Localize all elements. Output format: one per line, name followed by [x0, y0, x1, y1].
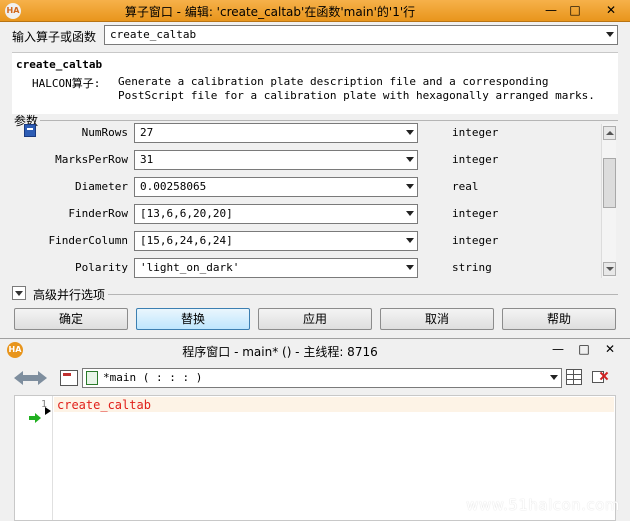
- param-type: string: [452, 261, 492, 274]
- procedure-icon[interactable]: [60, 370, 78, 386]
- procedure-select[interactable]: *main ( : : : ): [82, 368, 562, 388]
- param-value: [15,6,24,6,24]: [140, 234, 233, 247]
- param-type: integer: [452, 126, 499, 139]
- code-line[interactable]: create_caltab: [57, 398, 151, 412]
- param-row-polarity: Polarity 'light_on_dark' string: [0, 257, 600, 279]
- chevron-down-icon[interactable]: [406, 184, 414, 189]
- procedure-file-icon: [86, 371, 98, 385]
- param-name: Diameter: [75, 180, 128, 193]
- chevron-down-icon[interactable]: [550, 375, 558, 380]
- param-value: 'light_on_dark': [140, 261, 240, 274]
- scroll-down-button[interactable]: [603, 262, 616, 276]
- advanced-options-label[interactable]: 高级并行选项: [33, 286, 105, 303]
- program-window: HA 程序窗口 - main* () - 主线程: 8716 — □ ✕ *ma…: [0, 338, 630, 521]
- close-button[interactable]: ✕: [600, 341, 620, 357]
- param-value-combo[interactable]: 'light_on_dark': [134, 258, 418, 278]
- param-type: integer: [452, 207, 499, 220]
- param-value-combo[interactable]: 0.00258065: [134, 177, 418, 197]
- chevron-down-icon[interactable]: [406, 130, 414, 135]
- advanced-divider: [108, 294, 618, 295]
- param-name: NumRows: [81, 126, 128, 139]
- param-type: integer: [452, 234, 499, 247]
- param-value: 0.00258065: [140, 180, 207, 193]
- param-row-finderrow: FinderRow [13,6,6,20,20] integer: [0, 203, 600, 225]
- param-type: real: [452, 180, 479, 193]
- ok-button[interactable]: 确定: [14, 308, 128, 330]
- param-row-findercolumn: FinderColumn [15,6,24,6,24] integer: [0, 230, 600, 252]
- operator-description: create_caltab HALCON算子: Generate a calib…: [12, 52, 618, 114]
- param-name: Polarity: [75, 261, 128, 274]
- watermark: www.51halcon.com: [466, 496, 620, 514]
- operator-window: HA 算子窗口 - 编辑: 'create_caltab'在函数'main'的'…: [0, 0, 630, 336]
- line-gutter[interactable]: 1: [15, 396, 53, 520]
- cancel-button[interactable]: 取消: [380, 308, 494, 330]
- program-window-title: 程序窗口 - main* () - 主线程: 8716: [182, 345, 378, 359]
- param-type: integer: [452, 153, 499, 166]
- maximize-button[interactable]: □: [574, 341, 594, 357]
- close-button[interactable]: ✕: [600, 1, 622, 19]
- param-name: FinderColumn: [48, 234, 128, 247]
- param-value-combo[interactable]: 27: [134, 123, 418, 143]
- operator-window-title: 算子窗口 - 编辑: 'create_caltab'在函数'main'的'1'行: [124, 5, 416, 19]
- maximize-button[interactable]: □: [564, 1, 586, 19]
- operator-kind-label: HALCON算子:: [32, 77, 101, 90]
- params-scrollbar[interactable]: [601, 124, 616, 278]
- operator-input-combo[interactable]: create_caltab: [104, 25, 618, 45]
- param-value-combo[interactable]: [13,6,6,20,20]: [134, 204, 418, 224]
- advanced-options-row: 高级并行选项: [12, 285, 618, 303]
- program-counter-icon: [29, 413, 41, 423]
- chevron-down-icon[interactable]: [606, 32, 614, 37]
- param-name: FinderRow: [68, 207, 128, 220]
- chevron-down-icon[interactable]: [406, 211, 414, 216]
- scroll-thumb[interactable]: [603, 158, 616, 208]
- forward-arrow-stem: [30, 375, 38, 381]
- operator-description-text: Generate a calibration plate description…: [118, 75, 595, 102]
- back-arrow-icon[interactable]: [14, 371, 23, 385]
- program-toolbar: *main ( : : : ): [0, 365, 630, 391]
- minimize-button[interactable]: —: [540, 1, 562, 19]
- param-value: [13,6,6,20,20]: [140, 207, 233, 220]
- param-value-combo[interactable]: 31: [134, 150, 418, 170]
- chevron-down-icon[interactable]: [406, 238, 414, 243]
- chevron-down-icon[interactable]: [406, 265, 414, 270]
- operator-input-label: 输入算子或函数: [12, 30, 97, 44]
- params-divider: [40, 120, 618, 121]
- param-value-combo[interactable]: [15,6,24,6,24]: [134, 231, 418, 251]
- param-row-diameter: Diameter 0.00258065 real: [0, 176, 600, 198]
- scroll-up-button[interactable]: [603, 126, 616, 140]
- expand-advanced-toggle[interactable]: [12, 286, 26, 300]
- operator-window-titlebar[interactable]: HA 算子窗口 - 编辑: 'create_caltab'在函数'main'的'…: [0, 0, 630, 22]
- operator-input-value: create_caltab: [110, 28, 197, 41]
- replace-button[interactable]: 替换: [136, 308, 250, 330]
- minimize-button[interactable]: —: [548, 341, 568, 357]
- delete-icon[interactable]: [592, 369, 609, 385]
- chevron-down-icon[interactable]: [406, 157, 414, 162]
- operator-input-row: 输入算子或函数 create_caltab: [0, 24, 630, 48]
- param-row-numrows: NumRows 27 integer: [0, 122, 600, 144]
- apply-button[interactable]: 应用: [258, 308, 372, 330]
- help-button[interactable]: 帮助: [502, 308, 616, 330]
- param-name: MarksPerRow: [55, 153, 128, 166]
- param-value: 27: [140, 126, 154, 139]
- param-value: 31: [140, 153, 154, 166]
- insert-cursor-icon: [45, 407, 51, 415]
- param-row-marksperrow: MarksPerRow 31 integer: [0, 149, 600, 171]
- forward-arrow-icon[interactable]: [38, 371, 47, 385]
- table-icon[interactable]: [566, 369, 582, 385]
- program-window-titlebar[interactable]: HA 程序窗口 - main* () - 主线程: 8716 — □ ✕: [0, 339, 630, 360]
- procedure-select-value: *main ( : : : ): [103, 371, 203, 384]
- operator-name: create_caltab: [16, 58, 103, 71]
